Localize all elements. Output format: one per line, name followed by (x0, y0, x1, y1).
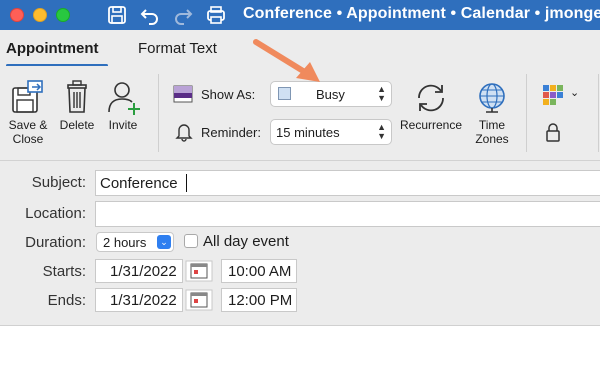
subject-label: Subject: (31, 174, 86, 191)
bell-icon (175, 124, 193, 142)
location-input[interactable] (95, 201, 600, 227)
appointment-form: Subject: Conference Location: Duration: … (0, 161, 600, 326)
lock-icon[interactable] (545, 122, 561, 142)
window-title: Conference • Appointment • Calendar • jm… (243, 5, 600, 22)
start-time-value: 10:00 AM (228, 263, 292, 280)
delete-button[interactable]: Delete (55, 78, 99, 132)
time-zones-label-line2: Zones (475, 132, 509, 146)
categorize-grid-icon (543, 85, 563, 105)
end-date-value: 1/31/2022 (110, 292, 177, 309)
calendar-picker-icon[interactable] (185, 289, 213, 311)
show-as-busy-icon (173, 85, 193, 103)
invite-button[interactable]: Invite (101, 78, 145, 132)
chevron-updown-icon: ▲ ▼ (377, 122, 386, 141)
zoom-window-button[interactable] (56, 8, 70, 22)
end-time-input[interactable]: 12:00 PM (221, 288, 297, 312)
minimize-window-button[interactable] (33, 8, 47, 22)
reminder-dropdown[interactable]: 15 minutes ▲ ▼ (270, 119, 392, 145)
start-date-value: 1/31/2022 (110, 263, 177, 280)
chevron-down-icon: ⌄ (570, 87, 580, 99)
undo-icon[interactable] (139, 4, 161, 26)
location-label: Location: (25, 205, 86, 222)
delete-label: Delete (59, 118, 95, 132)
reminder-value: 15 minutes (276, 125, 340, 140)
redo-icon[interactable] (172, 4, 194, 26)
starts-label: Starts: (42, 263, 86, 280)
start-date-input[interactable]: 1/31/2022 (95, 259, 183, 283)
calendar-picker-icon[interactable] (185, 260, 213, 282)
ribbon-separator (526, 74, 527, 152)
all-day-label[interactable]: All day event (203, 233, 289, 250)
save-close-icon (12, 80, 43, 113)
duration-value: 2 hours (103, 235, 147, 250)
chevron-updown-icon: ▲ ▼ (377, 84, 386, 103)
tab-appointment[interactable]: Appointment (6, 40, 98, 57)
invite-label: Invite (108, 118, 138, 132)
chevron-down-icon: ⌄ (157, 235, 171, 249)
invite-person-icon (108, 82, 140, 115)
ribbon-separator (158, 74, 159, 152)
close-window-button[interactable] (10, 8, 24, 22)
subject-input[interactable]: Conference (95, 170, 600, 196)
subject-value: Conference (100, 175, 178, 192)
categorize-button[interactable]: ⌄ (542, 84, 582, 106)
ribbon-toolbar: Save & Close Delete Invite Show As: Busy… (0, 39, 600, 161)
time-zones-button[interactable]: Time Zones (470, 78, 514, 146)
end-time-value: 12:00 PM (228, 292, 293, 309)
ribbon-separator (598, 74, 599, 152)
save-close-label-line2: Close (12, 132, 44, 146)
time-zones-label-line1: Time (478, 118, 506, 132)
notes-area[interactable] (0, 326, 600, 371)
title-bar: Conference • Appointment • Calendar • jm… (0, 0, 600, 30)
globe-icon (479, 83, 505, 113)
save-icon[interactable] (106, 4, 128, 26)
trash-icon (67, 80, 87, 113)
duration-label: Duration: (25, 234, 86, 251)
recurrence-icon (418, 84, 444, 112)
all-day-checkbox[interactable] (184, 234, 198, 248)
ends-label: Ends: (47, 292, 86, 309)
print-icon[interactable] (205, 4, 227, 26)
save-close-label-line1: Save & (8, 118, 48, 132)
start-time-input[interactable]: 10:00 AM (221, 259, 297, 283)
reminder-label: Reminder: (201, 125, 261, 140)
busy-swatch-icon (278, 87, 291, 100)
recurrence-button[interactable]: Recurrence (395, 78, 467, 132)
annotation-arrow-icon (253, 39, 320, 82)
text-cursor (186, 174, 187, 192)
show-as-label: Show As: (201, 87, 256, 102)
save-and-close-button[interactable]: Save & Close (4, 78, 52, 146)
end-date-input[interactable]: 1/31/2022 (95, 288, 183, 312)
show-as-value: Busy (316, 87, 345, 102)
recurrence-label: Recurrence (399, 118, 463, 132)
duration-dropdown[interactable]: 2 hours ⌄ (96, 232, 174, 252)
tab-format-text[interactable]: Format Text (138, 40, 217, 57)
